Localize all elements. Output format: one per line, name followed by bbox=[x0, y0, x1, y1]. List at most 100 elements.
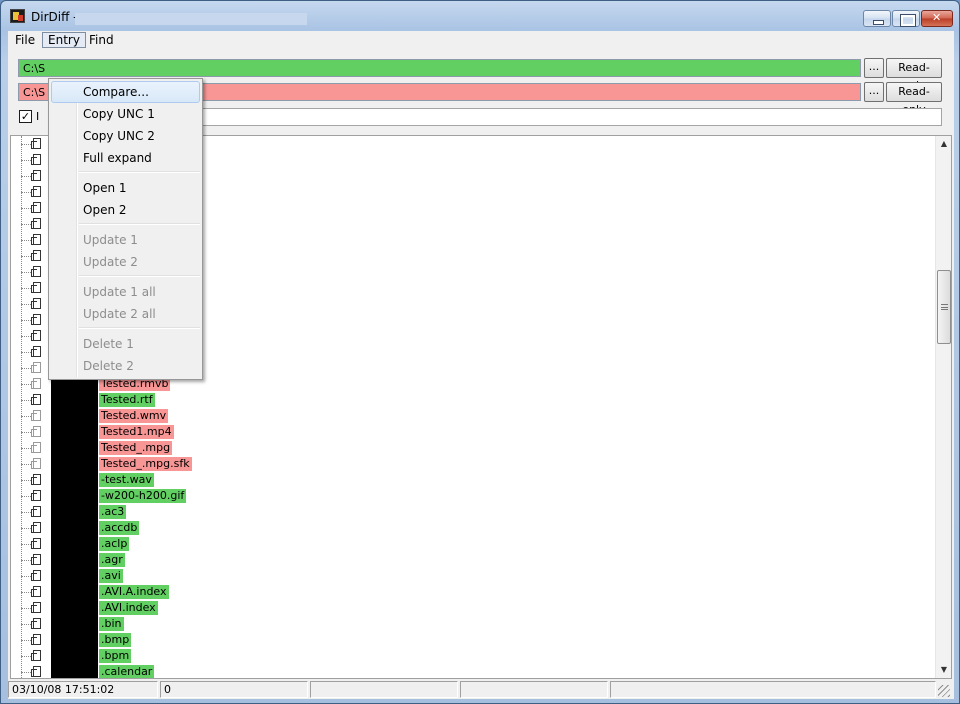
tree-row[interactable]: .agr bbox=[11, 552, 931, 568]
tree-connector bbox=[21, 528, 31, 529]
menu-separator bbox=[79, 327, 200, 329]
menu-item-copy-unc-2[interactable]: Copy UNC 2 bbox=[51, 125, 200, 147]
tree-connector bbox=[21, 448, 31, 449]
file-icon bbox=[31, 202, 41, 213]
file-icon bbox=[31, 346, 41, 357]
path1-input[interactable]: C:\S bbox=[18, 59, 861, 77]
file-icon bbox=[31, 586, 41, 597]
file-name: -w200-h200.gif bbox=[99, 489, 187, 503]
close-button[interactable] bbox=[921, 10, 953, 27]
browse-path2-button[interactable]: ... bbox=[864, 82, 884, 102]
tree-row[interactable]: .AVI.A.index bbox=[11, 584, 931, 600]
filter-input[interactable] bbox=[202, 108, 942, 126]
menu-item-full-expand[interactable]: Full expand bbox=[51, 147, 200, 169]
tree-row[interactable]: Tested.rtf bbox=[11, 392, 931, 408]
menu-item-update-2: Update 2 bbox=[83, 255, 138, 269]
file-icon bbox=[31, 298, 41, 309]
readonly-path1-button[interactable]: Read-only bbox=[886, 58, 942, 92]
vertical-scrollbar[interactable]: ▲ ▼ bbox=[935, 136, 951, 678]
redacted-cell bbox=[51, 632, 98, 648]
file-name: Tested.rtf bbox=[99, 393, 155, 407]
file-icon bbox=[31, 282, 41, 293]
tree-connector bbox=[21, 176, 31, 177]
tree-row[interactable]: .accdb bbox=[11, 520, 931, 536]
menu-item-open-2[interactable]: Open 2 bbox=[51, 199, 200, 221]
tree-row[interactable]: .avi bbox=[11, 568, 931, 584]
resize-grip-icon[interactable] bbox=[938, 685, 950, 697]
status-cell-3 bbox=[310, 681, 458, 698]
scroll-thumb[interactable] bbox=[937, 270, 951, 344]
file-icon bbox=[31, 138, 41, 149]
title-bar[interactable]: DirDiff - bbox=[1, 1, 959, 31]
tree-row[interactable]: .bpm bbox=[11, 648, 931, 664]
file-icon bbox=[31, 618, 41, 629]
browse-path1-button[interactable]: ... bbox=[864, 58, 884, 78]
tree-row[interactable]: Tested_.mpg.sfk bbox=[11, 456, 931, 472]
readonly-path2-button[interactable]: Read-only bbox=[886, 82, 942, 116]
file-icon bbox=[31, 154, 41, 165]
tree-connector bbox=[21, 208, 31, 209]
tree-row[interactable]: Tested1.mp4 bbox=[11, 424, 931, 440]
tree-row[interactable]: Tested.wmv bbox=[11, 408, 931, 424]
file-name: Tested_.mpg.sfk bbox=[99, 457, 192, 471]
menu-entry[interactable]: Entry bbox=[42, 32, 86, 48]
tree-connector bbox=[21, 544, 31, 545]
status-count: 0 bbox=[160, 681, 308, 698]
file-icon bbox=[31, 410, 41, 421]
redacted-cell bbox=[51, 600, 98, 616]
scroll-up-arrow-icon[interactable]: ▲ bbox=[936, 136, 951, 152]
file-name: .calendar bbox=[99, 665, 155, 678]
menu-item-copy-unc-1[interactable]: Copy UNC 1 bbox=[51, 103, 200, 125]
minimize-button[interactable] bbox=[863, 10, 891, 27]
menu-item-compare[interactable]: Compare... bbox=[51, 81, 200, 103]
tree-row[interactable]: -w200-h200.gif bbox=[11, 488, 931, 504]
redacted-cell bbox=[51, 504, 98, 520]
menu-find[interactable]: Find bbox=[83, 32, 120, 48]
redacted-cell bbox=[51, 536, 98, 552]
tree-connector bbox=[21, 592, 31, 593]
tree-row[interactable]: .calendar bbox=[11, 664, 931, 678]
tree-connector bbox=[21, 464, 31, 465]
tree-row[interactable]: Tested_.mpg bbox=[11, 440, 931, 456]
redacted-cell bbox=[51, 408, 98, 424]
file-icon bbox=[31, 378, 41, 389]
file-icon bbox=[31, 426, 41, 437]
tree-row[interactable]: .ac3 bbox=[11, 504, 931, 520]
tree-connector bbox=[21, 576, 31, 577]
file-name: .accdb bbox=[99, 521, 140, 535]
title-redacted bbox=[75, 13, 307, 25]
tree-connector bbox=[21, 560, 31, 561]
tree-row[interactable]: .bin bbox=[11, 616, 931, 632]
scroll-down-arrow-icon[interactable]: ▼ bbox=[936, 662, 951, 678]
tree-connector bbox=[21, 656, 31, 657]
tree-row[interactable]: .AVI.index bbox=[11, 600, 931, 616]
file-icon bbox=[31, 506, 41, 517]
menu-item-open-1[interactable]: Open 1 bbox=[51, 177, 200, 199]
file-icon bbox=[31, 666, 41, 677]
menu-file[interactable]: File bbox=[9, 32, 41, 48]
tree-row[interactable]: .bmp bbox=[11, 632, 931, 648]
redacted-cell bbox=[51, 648, 98, 664]
status-cell-5 bbox=[610, 681, 936, 698]
file-icon bbox=[31, 394, 41, 405]
tree-row[interactable]: .aclp bbox=[11, 536, 931, 552]
file-icon bbox=[31, 570, 41, 581]
file-icon bbox=[31, 314, 41, 325]
app-icon[interactable] bbox=[10, 9, 25, 23]
file-icon bbox=[31, 458, 41, 469]
tree-connector bbox=[21, 192, 31, 193]
redacted-cell bbox=[51, 424, 98, 440]
tree-connector bbox=[21, 144, 31, 145]
tree-connector bbox=[21, 368, 31, 369]
file-icon bbox=[31, 538, 41, 549]
file-icon bbox=[31, 650, 41, 661]
file-icon bbox=[31, 266, 41, 277]
tree-connector bbox=[21, 432, 31, 433]
file-name: .agr bbox=[99, 553, 125, 567]
tree-connector bbox=[21, 288, 31, 289]
filter-checkbox[interactable]: ✓ bbox=[19, 110, 32, 123]
menu-separator bbox=[79, 223, 200, 225]
file-icon bbox=[31, 522, 41, 533]
maximize-button[interactable] bbox=[892, 10, 920, 27]
tree-row[interactable]: -test.wav bbox=[11, 472, 931, 488]
